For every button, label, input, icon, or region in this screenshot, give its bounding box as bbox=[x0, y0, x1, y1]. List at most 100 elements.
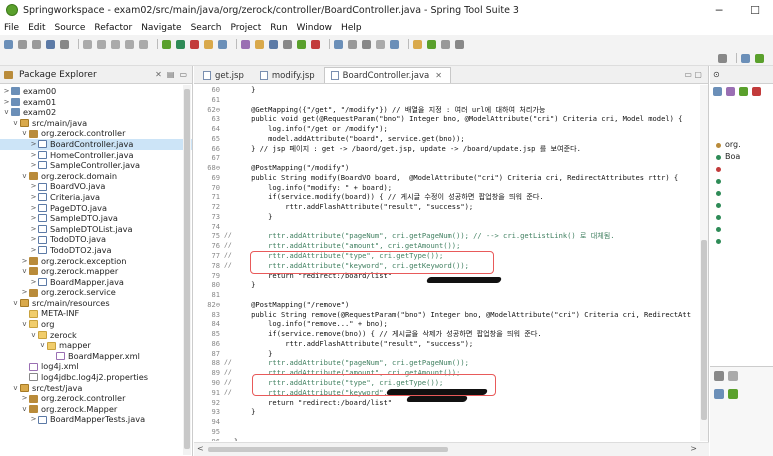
tree-item[interactable]: BoardMapper.xml bbox=[0, 351, 192, 362]
annotation-prev-icon[interactable] bbox=[311, 39, 320, 49]
debug-green-icon[interactable] bbox=[176, 39, 185, 49]
perspective-icon[interactable] bbox=[741, 53, 750, 63]
code-line[interactable]: 66 } // jsp 페이지 : get -> /baord/get.jsp,… bbox=[194, 144, 709, 154]
code-line[interactable]: 84 log.info("remove..." + bno); bbox=[194, 319, 709, 329]
editor-horizontal-scrollbar[interactable]: < > bbox=[194, 442, 709, 456]
expanded-chevron-icon[interactable]: v bbox=[29, 330, 38, 341]
menu-navigate[interactable]: Navigate bbox=[141, 23, 181, 33]
folder-icon[interactable] bbox=[413, 39, 422, 49]
expanded-chevron-icon[interactable]: v bbox=[2, 107, 11, 118]
minimize-button[interactable]: ─ bbox=[701, 0, 737, 20]
tree-item[interactable]: > BoardVO.java bbox=[0, 181, 192, 192]
menu-edit[interactable]: Edit bbox=[28, 23, 45, 33]
horizontal-scrollbar-thumb[interactable] bbox=[208, 447, 448, 452]
code-line[interactable]: 65 model.addAttribute("board", service.g… bbox=[194, 134, 709, 144]
outline-item[interactable] bbox=[710, 211, 773, 223]
pin-icon[interactable] bbox=[362, 39, 371, 49]
code-line[interactable]: 81 bbox=[194, 290, 709, 300]
collapsed-chevron-icon[interactable]: > bbox=[29, 213, 38, 224]
collapsed-chevron-icon[interactable]: > bbox=[29, 234, 38, 245]
tree-item[interactable]: > SampleDTOList.java bbox=[0, 224, 192, 235]
code-line[interactable]: 94 bbox=[194, 417, 709, 427]
menu-help[interactable]: Help bbox=[341, 23, 362, 33]
sort-icon[interactable] bbox=[713, 87, 722, 96]
collapsed-chevron-icon[interactable]: > bbox=[2, 86, 11, 97]
code-line[interactable]: 78 // rttr.addAttribute("keyword", cri.ge… bbox=[194, 261, 709, 271]
code-line[interactable]: 70 log.info("modify: " + board); bbox=[194, 183, 709, 193]
hide-static-icon[interactable] bbox=[739, 87, 748, 96]
back-icon[interactable] bbox=[334, 39, 343, 49]
expanded-chevron-icon[interactable]: v bbox=[20, 266, 29, 277]
external-tools-icon[interactable] bbox=[204, 39, 213, 49]
view-menu-icon[interactable] bbox=[714, 371, 724, 381]
close-icon[interactable]: ✕ bbox=[435, 71, 442, 80]
collapsed-chevron-icon[interactable]: > bbox=[29, 192, 38, 203]
expanded-chevron-icon[interactable]: v bbox=[11, 383, 20, 394]
toggle-icon[interactable] bbox=[376, 39, 385, 49]
console-icon[interactable] bbox=[283, 39, 292, 49]
editor-tab[interactable]: get.jsp bbox=[196, 67, 253, 83]
code-line[interactable]: 90 // rttr.addAttribute("type", cri.getTy… bbox=[194, 378, 709, 388]
code-line[interactable]: 89 // rttr.addAttribute("amount", cri.get… bbox=[194, 368, 709, 378]
editor-tab[interactable]: modify.jsp bbox=[253, 67, 324, 83]
terminate-icon[interactable] bbox=[190, 39, 199, 49]
tree-item[interactable]: v src/main/resources bbox=[0, 298, 192, 309]
tree-item[interactable]: > BoardMapper.java bbox=[0, 277, 192, 288]
expanded-chevron-icon[interactable]: v bbox=[20, 128, 29, 139]
tree-item[interactable]: v org.zerock.mapper bbox=[0, 266, 192, 277]
collapsed-chevron-icon[interactable]: > bbox=[29, 160, 38, 171]
close-icon[interactable]: ✕ bbox=[155, 70, 162, 79]
menu-source[interactable]: Source bbox=[55, 23, 86, 33]
explorer-scrollbar[interactable] bbox=[183, 85, 191, 455]
tree-item[interactable]: v exam02 bbox=[0, 107, 192, 118]
save-all-icon[interactable] bbox=[32, 39, 41, 49]
tree-item[interactable]: v org.zerock.controller bbox=[0, 128, 192, 139]
code-line[interactable]: 86 rttr.addFlashAttribute("result", "suc… bbox=[194, 339, 709, 349]
tree-item[interactable]: > exam01 bbox=[0, 97, 192, 108]
collapsed-chevron-icon[interactable]: > bbox=[29, 277, 38, 288]
new-icon[interactable] bbox=[4, 39, 13, 49]
collapsed-chevron-icon[interactable]: > bbox=[29, 245, 38, 256]
spring-icon[interactable] bbox=[427, 39, 436, 49]
collapsed-chevron-icon[interactable]: > bbox=[20, 287, 29, 298]
stop-icon[interactable] bbox=[111, 39, 120, 49]
tree-item[interactable]: v org bbox=[0, 319, 192, 330]
collapsed-chevron-icon[interactable]: > bbox=[20, 256, 29, 267]
minimize-view-icon[interactable]: ▭ bbox=[179, 70, 187, 79]
outline-item[interactable] bbox=[710, 175, 773, 187]
tree-item[interactable]: v src/main/java bbox=[0, 118, 192, 129]
code-area[interactable]: 60 } 61 62⊖ @GetMapping({"/get", "/modify"… bbox=[194, 85, 709, 441]
editor-minmax-icon[interactable]: ▭ ▢ bbox=[684, 70, 708, 79]
outline-icon[interactable]: ⊙ bbox=[713, 70, 720, 79]
collapsed-chevron-icon[interactable]: > bbox=[29, 414, 38, 425]
code-line[interactable]: 77 // rttr.addAttribute("type", cri.getTy… bbox=[194, 251, 709, 261]
package-explorer-title[interactable]: Package Explorer bbox=[19, 70, 97, 80]
outline-item[interactable] bbox=[710, 223, 773, 235]
run-icon[interactable] bbox=[97, 39, 106, 49]
code-line[interactable]: 71 if(service.modify(board)) { // 게시글 수정… bbox=[194, 192, 709, 202]
expanded-chevron-icon[interactable]: v bbox=[11, 298, 20, 309]
tree-item[interactable]: > org.zerock.controller bbox=[0, 393, 192, 404]
java-perspective-icon[interactable] bbox=[269, 39, 278, 49]
forward-icon[interactable] bbox=[348, 39, 357, 49]
open-task-icon[interactable] bbox=[255, 39, 264, 49]
collapsed-chevron-icon[interactable]: > bbox=[29, 181, 38, 192]
spring-perspective-icon[interactable] bbox=[755, 53, 764, 63]
outline-item[interactable] bbox=[710, 235, 773, 247]
menu-project[interactable]: Project bbox=[230, 23, 261, 33]
editor-tab[interactable]: BoardController.java ✕ bbox=[323, 67, 451, 83]
skip-icon[interactable] bbox=[139, 39, 148, 49]
print-icon[interactable] bbox=[60, 39, 69, 49]
nav-forward-icon[interactable] bbox=[455, 39, 464, 49]
code-line[interactable]: 73 } bbox=[194, 212, 709, 222]
tree-item[interactable]: > Criteria.java bbox=[0, 192, 192, 203]
link-icon[interactable] bbox=[714, 389, 724, 399]
new-project-icon[interactable] bbox=[46, 39, 55, 49]
expanded-chevron-icon[interactable]: v bbox=[38, 340, 47, 351]
code-line[interactable]: 76 // rttr.addAttribute("amount", cri.get… bbox=[194, 241, 709, 251]
outline-item[interactable] bbox=[710, 163, 773, 175]
tree-item[interactable]: log4j.xml bbox=[0, 361, 192, 372]
search-tool-icon[interactable] bbox=[241, 39, 250, 49]
code-line[interactable]: 63 public void get(@RequestParam("bno") … bbox=[194, 114, 709, 124]
code-line[interactable]: 93 } bbox=[194, 407, 709, 417]
